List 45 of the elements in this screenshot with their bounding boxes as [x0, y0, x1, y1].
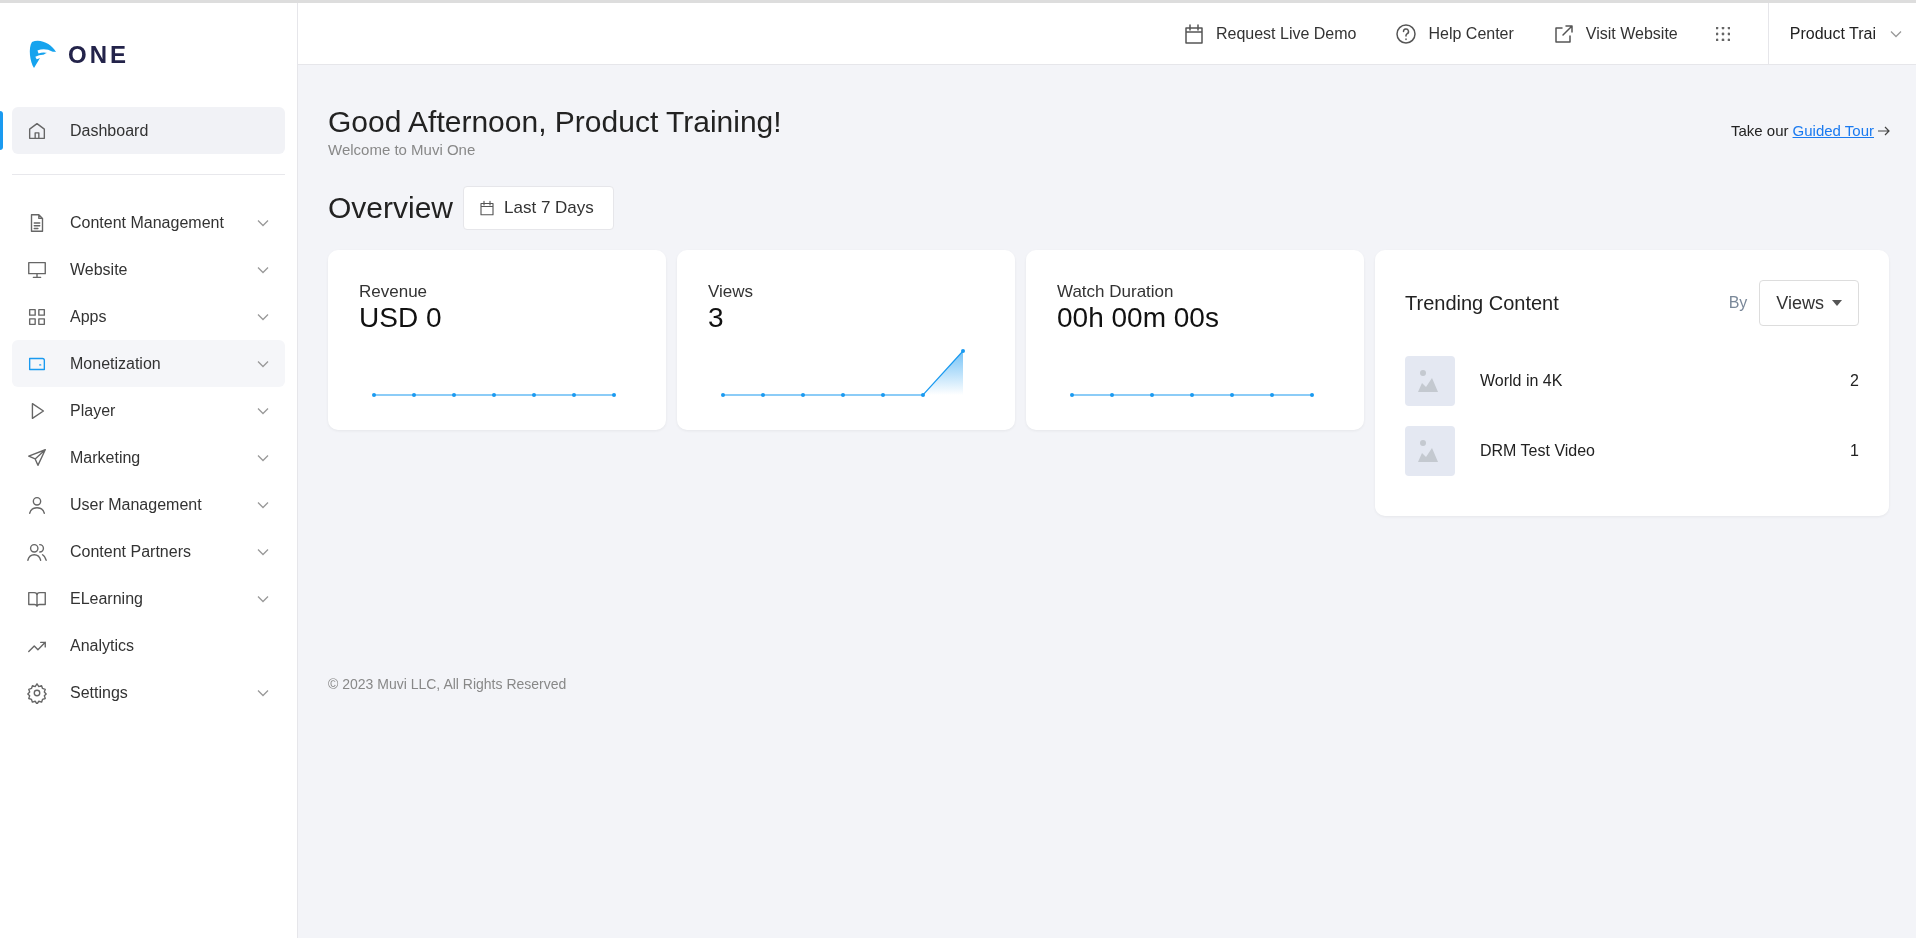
- sidebar-item[interactable]: Apps: [12, 293, 285, 340]
- card-title: Trending Content: [1405, 291, 1560, 315]
- stat-label: Watch Duration: [1057, 282, 1174, 301]
- content-title[interactable]: DRM Test Video: [1480, 442, 1851, 460]
- calendar-icon: [478, 199, 497, 217]
- section-title: Overview: [328, 191, 454, 225]
- arrow-right-icon: [1878, 125, 1890, 136]
- sidebar-item[interactable]: Website: [12, 246, 285, 293]
- stat-label: Views: [708, 282, 754, 301]
- sidebar-item[interactable]: Settings: [12, 669, 285, 716]
- logo-text: ONE: [68, 41, 129, 69]
- caret-icon: [1832, 300, 1842, 306]
- app-grid-icon[interactable]: [1715, 26, 1730, 41]
- help-icon: [1394, 21, 1419, 46]
- stat-label: Revenue: [359, 282, 428, 301]
- sidebar-item[interactable]: Marketing: [12, 434, 285, 481]
- sidebar-item[interactable]: Content Partners: [12, 528, 285, 575]
- stat-value: USD 0: [359, 302, 442, 333]
- content-title[interactable]: World in 4K: [1480, 372, 1851, 390]
- sort-label: By: [1728, 294, 1748, 312]
- chevron-down-icon: [1890, 29, 1902, 38]
- top-link[interactable]: Help Center: [1394, 21, 1514, 46]
- guided-tour-link[interactable]: Guided Tour: [1792, 122, 1874, 139]
- paper-plane-icon: [26, 446, 48, 469]
- view-count: 2: [1850, 372, 1859, 390]
- account-menu[interactable]: Product Trai: [1767, 3, 1916, 64]
- top-link[interactable]: Visit Website: [1551, 21, 1678, 46]
- stat-value: 00h 00m 00s: [1057, 302, 1219, 333]
- sidebar-item[interactable]: Player: [12, 387, 285, 434]
- sidebar-item[interactable]: ELearning: [12, 575, 285, 622]
- sidebar-item[interactable]: User Management: [12, 481, 285, 528]
- top-link[interactable]: Request Live Demo: [1181, 21, 1357, 46]
- sort-dropdown[interactable]: Views: [1759, 280, 1859, 326]
- sidebar-item[interactable]: Content Management: [12, 199, 285, 246]
- sidebar-item[interactable]: Analytics: [12, 622, 285, 669]
- date-range-button[interactable]: Last 7 Days: [463, 186, 614, 230]
- view-count: 1: [1850, 442, 1859, 460]
- tour-prompt: Take our: [1731, 122, 1789, 139]
- footer-text: © 2023 Muvi LLC, All Rights Reserved: [328, 676, 567, 692]
- greeting-title: Good Afternoon, Product Training!: [328, 105, 782, 139]
- stat-value: 3: [708, 302, 724, 333]
- greeting-subtitle: Welcome to Muvi One: [328, 141, 477, 158]
- settings-icon: [26, 681, 48, 704]
- sidebar-item[interactable]: Dashboard: [12, 107, 285, 154]
- sidebar-item[interactable]: Monetization: [12, 340, 285, 387]
